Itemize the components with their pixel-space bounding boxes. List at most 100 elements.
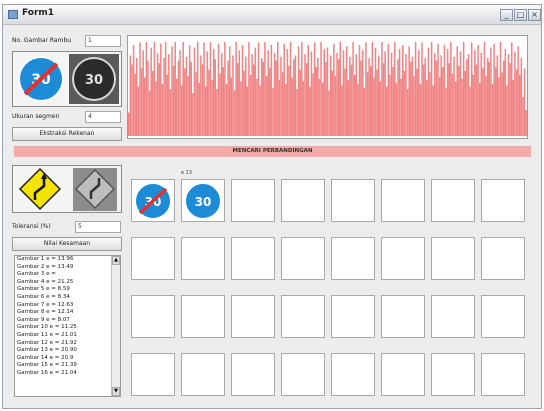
chart-bar (145, 42, 148, 136)
chart-bar (164, 42, 167, 136)
list-item[interactable]: Gambar 3 e = (15, 271, 120, 279)
chart-bar (275, 60, 277, 136)
chart-bar (392, 67, 394, 136)
list-item[interactable]: Gambar 10 e = 11.25 (15, 324, 120, 332)
chart-bar (360, 60, 362, 136)
chart-bar (160, 43, 162, 137)
result-tile[interactable] (131, 295, 175, 338)
chart-bar (397, 59, 399, 136)
result-tile[interactable] (481, 237, 525, 280)
chart-bar (394, 42, 396, 136)
chart-bar (506, 85, 508, 136)
list-item[interactable]: Gambar 8 e = 12.14 (15, 309, 120, 317)
list-item[interactable]: Gambar 5 e = 8.59 (15, 286, 120, 294)
tile-caption (381, 170, 425, 178)
chart-bar (422, 64, 425, 136)
chart-bar (188, 45, 191, 136)
ukuran-input[interactable]: 4 (85, 111, 121, 123)
list-item[interactable]: Gambar 12 e = 21.92 (15, 340, 120, 348)
result-tile[interactable] (431, 237, 475, 280)
title-bar[interactable]: Form1 _ □ × (3, 5, 541, 25)
nilai-kesamaan-button[interactable]: Nilai Kesamaan (12, 237, 122, 251)
list-item[interactable]: Gambar 7 e = 12.63 (15, 302, 120, 310)
chart-bar (185, 56, 188, 137)
result-tile[interactable] (381, 353, 425, 396)
result-tile[interactable] (281, 353, 325, 396)
chart-bar (361, 50, 364, 137)
chart-bar (140, 68, 143, 136)
result-tile[interactable] (331, 237, 375, 280)
chart-bar (269, 68, 271, 136)
chart-bar (304, 54, 306, 136)
result-tile[interactable] (131, 353, 175, 396)
chart-bar (349, 56, 351, 137)
result-tile[interactable] (431, 295, 475, 338)
list-item[interactable]: Gambar 13 e = 20.90 (15, 347, 120, 355)
tile-caption (181, 344, 225, 352)
chart-bar (379, 81, 382, 136)
minimize-button[interactable]: _ (500, 9, 513, 21)
result-tile[interactable] (431, 353, 475, 396)
chart-bar (448, 63, 450, 137)
list-item[interactable]: Gambar 11 e = 21.01 (15, 332, 120, 340)
result-tile[interactable] (431, 179, 475, 222)
result-tile[interactable] (281, 237, 325, 280)
similarity-listbox[interactable]: Gambar 1 e = 13.96 Gambar 2 e = 13.49 Gamb… (14, 255, 121, 397)
list-item[interactable]: Gambar 4 e = 21.25 (15, 279, 120, 287)
toleransi-input[interactable]: 5 (75, 221, 121, 233)
list-item[interactable]: Gambar 2 e = 13.49 (15, 264, 120, 272)
result-tile[interactable] (481, 295, 525, 338)
result-tile[interactable] (231, 353, 275, 396)
chart-bar (248, 42, 250, 136)
list-item[interactable]: Gambar 16 e = 21.04 (15, 370, 120, 378)
chart-bar (477, 45, 479, 136)
chart-bar (437, 43, 439, 137)
chart-bar (443, 45, 446, 136)
result-tile[interactable] (131, 237, 175, 280)
result-tile[interactable] (181, 237, 225, 280)
result-tile[interactable]: 30 (131, 179, 175, 222)
result-tile[interactable] (231, 295, 275, 338)
maximize-button[interactable]: □ (514, 9, 527, 21)
result-tile[interactable] (181, 353, 225, 396)
result-tile[interactable] (331, 179, 375, 222)
list-item[interactable]: Gambar 15 e = 21.39 (15, 362, 120, 370)
list-item[interactable]: Gambar 14 e = 20.9 (15, 355, 120, 363)
list-item[interactable]: Gambar 6 e = 8.34 (15, 294, 120, 302)
chart-bar (426, 80, 428, 136)
chart-bar (228, 46, 231, 136)
chart-bar (244, 56, 247, 137)
result-tile[interactable] (331, 295, 375, 338)
no-speed-limit-sign-icon: 30 (134, 182, 172, 220)
result-tile[interactable] (231, 179, 275, 222)
chart-bar (204, 86, 207, 136)
result-tile[interactable]: 30 (181, 179, 225, 222)
scroll-up-arrow-icon[interactable]: ▲ (112, 256, 120, 265)
tile-caption (281, 228, 325, 236)
result-tile[interactable] (331, 353, 375, 396)
list-item[interactable]: Gambar 1 e = 13.96 (15, 256, 120, 264)
tile-caption (181, 228, 225, 236)
tile-caption (481, 170, 525, 178)
result-tile[interactable] (381, 295, 425, 338)
list-scrollbar[interactable]: ▲ ▼ (111, 256, 120, 396)
chart-bar (190, 61, 193, 136)
ekstraksi-button[interactable]: Ekstraksi Rekenan (12, 127, 122, 141)
chart-bar (402, 45, 404, 136)
result-tile[interactable] (381, 179, 425, 222)
result-tile[interactable] (231, 237, 275, 280)
gambar-input[interactable]: 1 (85, 35, 121, 47)
result-tile[interactable] (481, 353, 525, 396)
result-tile[interactable] (381, 237, 425, 280)
result-tile[interactable] (181, 295, 225, 338)
chart-bar (478, 82, 481, 136)
list-item[interactable]: Gambar 9 e = 8.07 (15, 317, 120, 325)
result-tile[interactable] (281, 179, 325, 222)
chart-bar (366, 72, 369, 136)
result-tile[interactable] (481, 179, 525, 222)
close-button[interactable]: × (528, 9, 541, 21)
result-tile[interactable] (281, 295, 325, 338)
chart-bar (142, 50, 144, 137)
scroll-down-arrow-icon[interactable]: ▼ (112, 387, 120, 396)
chart-bar (296, 89, 298, 136)
